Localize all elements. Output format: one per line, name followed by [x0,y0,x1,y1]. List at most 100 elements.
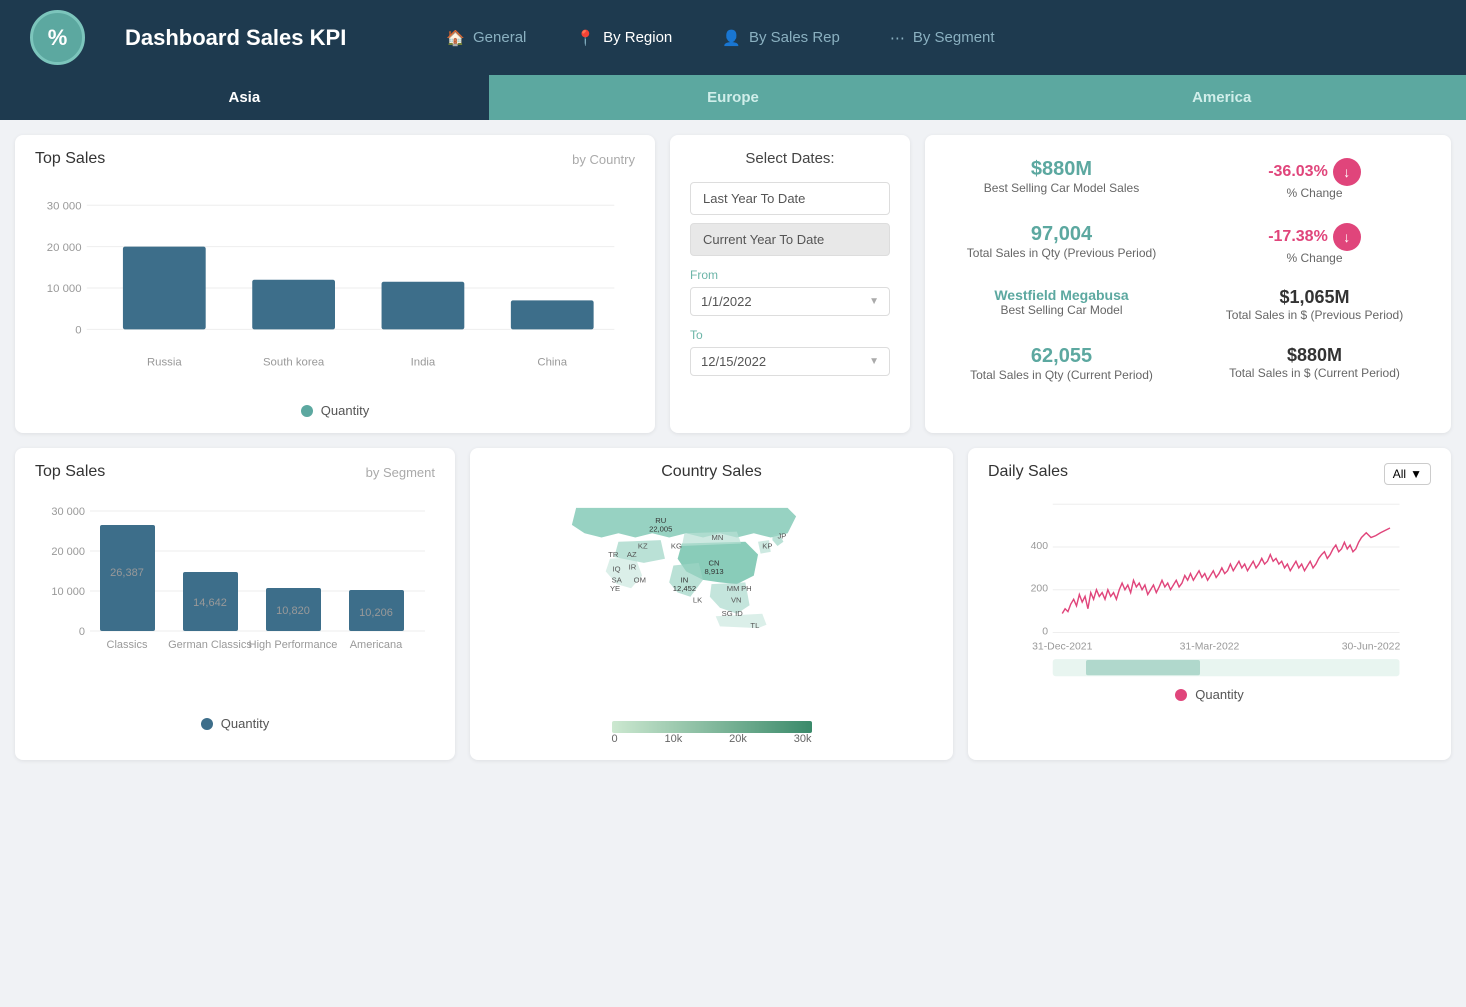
svg-text:10 000: 10 000 [47,283,82,295]
person-icon: 👤 [722,29,741,47]
nav-by-segment[interactable]: ⋯ By Segment [890,29,995,47]
svg-text:OM: OM [634,575,646,584]
segment-legend-label: Quantity [221,716,269,731]
svg-text:TL: TL [750,621,759,630]
header: % Dashboard Sales KPI 🏠 General 📍 By Reg… [0,0,1466,75]
to-label: To [690,328,890,342]
map-legend: 0 10k 20k 30k [490,721,933,745]
segment-chart-header: Top Sales by Segment [35,463,435,481]
top-row: Top Sales by Country 30 000 20 000 10 00… [15,135,1451,433]
from-date-select[interactable]: 1/1/2022 ▼ [690,287,890,316]
subnav-america[interactable]: America [977,75,1466,120]
segment-legend-dot [201,718,213,730]
svg-text:ID: ID [735,609,743,618]
svg-text:10 000: 10 000 [51,586,85,598]
svg-text:14,642: 14,642 [193,597,227,609]
nav-by-sales-rep[interactable]: 👤 By Sales Rep [722,29,840,47]
svg-text:IR: IR [629,563,637,572]
subnav-asia[interactable]: Asia [0,75,489,120]
from-date-arrow: ▼ [869,296,879,307]
daily-legend-label: Quantity [1195,687,1243,702]
logo-icon: % [30,10,85,65]
current-year-btn[interactable]: Current Year To Date [690,223,890,256]
daily-sales-header: Daily Sales All ▼ [988,463,1431,485]
svg-text:12,452: 12,452 [673,584,696,593]
svg-text:VN: VN [731,596,742,605]
bar-chart-svg: 30 000 20 000 10 000 0 Russia South kore… [35,178,635,398]
top-sales-country-card: Top Sales by Country 30 000 20 000 10 00… [15,135,655,433]
svg-text:8,913: 8,913 [705,567,724,576]
country-sales-title: Country Sales [490,463,933,481]
svg-text:22,005: 22,005 [649,525,672,534]
kpi-best-sales-change: -36.03% ↓ % Change [1193,150,1436,210]
svg-text:India: India [411,357,436,369]
segment-bar-svg: 30 000 20 000 10 000 0 26,387 Classics 1… [35,491,435,711]
legend-scale: 0 10k 20k 30k [612,733,812,745]
svg-text:German Classics: German Classics [168,639,252,651]
kpi-total-sales-curr: $880M Total Sales in $ (Current Period) [1193,337,1436,392]
kpi-panel: $880M Best Selling Car Model Sales -36.0… [925,135,1451,433]
segment-title: Top Sales [35,463,105,481]
svg-text:20 000: 20 000 [47,242,82,254]
filter-label: All [1393,467,1406,481]
filter-arrow: ▼ [1410,467,1422,481]
from-label: From [690,268,890,282]
chart-legend: Quantity [35,403,635,418]
kpi-total-sales-prev: $1,065M Total Sales in $ (Previous Perio… [1193,279,1436,332]
svg-text:LK: LK [693,596,702,605]
svg-text:TR: TR [608,550,619,559]
svg-text:30 000: 30 000 [47,200,82,212]
date-title: Select Dates: [690,150,890,167]
top-sales-subtitle: by Country [572,152,635,167]
down-circle-1: ↓ [1333,158,1361,186]
svg-text:KG: KG [671,542,682,551]
kpi-best-sales-value: $880M Best Selling Car Model Sales [940,150,1183,210]
svg-text:26,387: 26,387 [110,567,144,579]
svg-text:31-Mar-2022: 31-Mar-2022 [1180,642,1240,653]
main-content: Top Sales by Country 30 000 20 000 10 00… [0,120,1466,775]
chart-header: Top Sales by Country [35,150,635,168]
top-sales-title: Top Sales [35,150,105,168]
daily-legend: Quantity [988,687,1431,702]
app-title: Dashboard Sales KPI [125,25,346,51]
nav-sales-rep-label: By Sales Rep [749,29,840,46]
kpi-total-qty-prev: 97,004 Total Sales in Qty (Previous Peri… [940,215,1183,275]
svg-text:SG: SG [722,609,733,618]
svg-text:30-Jun-2022: 30-Jun-2022 [1342,642,1401,653]
country-sales-card: Country Sales [470,448,953,760]
nav-region-label: By Region [603,29,672,46]
svg-text:10,820: 10,820 [276,605,310,617]
nav-by-region[interactable]: 📍 By Region [576,29,672,47]
to-date-value: 12/15/2022 [701,354,766,369]
svg-text:South korea: South korea [263,357,325,369]
kpi-total-qty-curr: 62,055 Total Sales in Qty (Current Perio… [940,337,1183,392]
legend-gradient [612,721,812,733]
down-circle-2: ↓ [1333,223,1361,251]
svg-text:Russia: Russia [147,357,182,369]
daily-legend-dot [1175,689,1187,701]
svg-text:YE: YE [610,584,620,593]
nav-general-label: General [473,29,526,46]
svg-text:KP: KP [762,542,772,551]
to-date-select[interactable]: 12/15/2022 ▼ [690,347,890,376]
svg-text:31-Dec-2021: 31-Dec-2021 [1032,642,1093,653]
svg-text:China: China [537,357,567,369]
svg-text:KZ: KZ [638,542,648,551]
segment-legend: Quantity [35,716,435,731]
svg-text:10,206: 10,206 [359,607,393,619]
legend-label: Quantity [321,403,369,418]
nav-general[interactable]: 🏠 General [446,29,526,47]
svg-text:0: 0 [75,325,81,337]
to-date-arrow: ▼ [869,356,879,367]
svg-text:PH: PH [741,584,752,593]
subnav-europe[interactable]: Europe [489,75,978,120]
location-icon: 📍 [576,29,595,47]
svg-text:0: 0 [79,626,85,638]
svg-text:AZ: AZ [627,550,637,559]
top-sales-segment-card: Top Sales by Segment 30 000 20 000 10 00… [15,448,455,760]
from-date-value: 1/1/2022 [701,294,752,309]
kpi-best-model: Westfield Megabusa Best Selling Car Mode… [940,279,1183,332]
svg-text:High Performance: High Performance [249,639,338,651]
all-dropdown[interactable]: All ▼ [1384,463,1431,485]
last-year-btn[interactable]: Last Year To Date [690,182,890,215]
